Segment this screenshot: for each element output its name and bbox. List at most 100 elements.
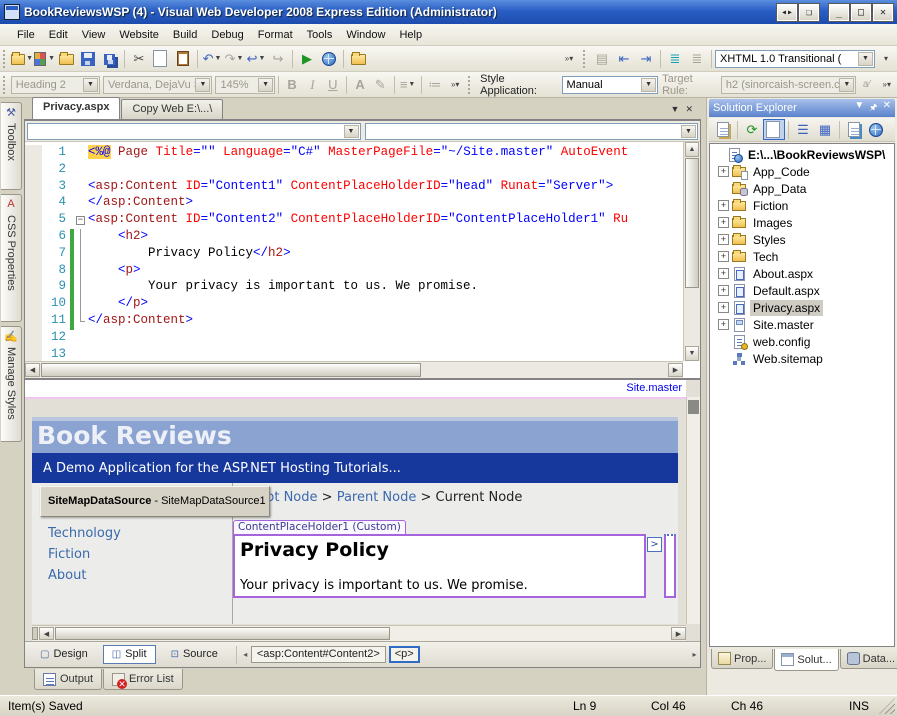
object-dropdown[interactable]: ▼: [27, 123, 361, 140]
cut-button[interactable]: ✂: [128, 48, 150, 70]
tree-item-about-aspx[interactable]: +About.aspx: [710, 265, 894, 282]
copy-button[interactable]: [150, 48, 172, 70]
document-tab-copy-web-e-[interactable]: Copy Web E:\...\: [121, 99, 223, 119]
menu-edit[interactable]: Edit: [42, 26, 75, 44]
nav-link-fiction[interactable]: Fiction: [48, 544, 232, 565]
sitemapdatasource-control[interactable]: SiteMapDataSource - SiteMapDataSource1: [40, 486, 270, 517]
side-tab-toolbox[interactable]: ⚒Toolbox: [1, 102, 22, 190]
document-list-dropdown-icon[interactable]: ▼: [671, 104, 680, 115]
tab-database[interactable]: Data...: [840, 649, 897, 669]
scroll-thumb[interactable]: [685, 158, 699, 288]
menu-format[interactable]: Format: [251, 26, 300, 44]
code-text[interactable]: 1<%@ Page Title="" Language="C#" MasterP…: [25, 142, 683, 361]
validation-schema-combo[interactable]: XHTML 1.0 Transitional ( ▼: [715, 50, 875, 68]
indicator-margin[interactable]: [25, 246, 42, 263]
source-editor[interactable]: 1<%@ Page Title="" Language="C#" MasterP…: [25, 142, 700, 378]
scroll-left-icon[interactable]: ◀: [25, 363, 40, 377]
open-file-button[interactable]: [55, 48, 77, 70]
content-placeholder-label[interactable]: ContentPlaceHolder1 (Custom): [233, 520, 406, 535]
aspnet-configuration-button[interactable]: [865, 119, 887, 140]
menu-website[interactable]: Website: [112, 26, 166, 44]
document-tab-privacy[interactable]: Privacy.aspx: [32, 97, 120, 119]
bold-button[interactable]: B: [282, 74, 302, 96]
indicator-margin[interactable]: [25, 212, 42, 229]
tree-item-web-config[interactable]: web.config: [710, 333, 894, 350]
content-placeholder-region[interactable]: Privacy Policy Your privacy is important…: [233, 534, 646, 598]
close-document-icon[interactable]: ✕: [685, 104, 693, 115]
tree-item-tech[interactable]: +Tech: [710, 248, 894, 265]
tab-error-list[interactable]: Error List: [103, 669, 183, 690]
expand-icon[interactable]: +: [718, 217, 729, 228]
scroll-right-icon[interactable]: ▶: [671, 627, 686, 640]
design-horizontal-scrollbar[interactable]: ◀ ▶: [32, 625, 686, 641]
comment-lines-button[interactable]: ≣: [664, 48, 686, 70]
font-name-combo[interactable]: Verdana, DejaVu S ▼: [103, 76, 213, 94]
indicator-margin[interactable]: [25, 313, 42, 330]
smart-tag-button[interactable]: >: [647, 537, 662, 552]
maximize-button[interactable]: □: [851, 4, 871, 21]
underline-button[interactable]: U: [323, 74, 343, 96]
tag-navigator-chip[interactable]: <asp:Content#Content2>: [251, 646, 386, 663]
indicator-margin[interactable]: [25, 145, 42, 162]
menu-help[interactable]: Help: [392, 26, 429, 44]
tree-item-privacy-aspx[interactable]: +Privacy.aspx: [710, 299, 894, 316]
nav-link-about[interactable]: About: [48, 565, 232, 586]
block-format-combo[interactable]: Heading 2 ▼: [11, 76, 100, 94]
resize-grip[interactable]: [879, 698, 895, 714]
font-color-button[interactable]: A: [350, 74, 370, 96]
scroll-left-icon[interactable]: ◀: [39, 627, 54, 640]
expand-icon[interactable]: +: [718, 285, 729, 296]
scroll-right-icon[interactable]: ▶: [668, 363, 683, 377]
italic-button[interactable]: I: [302, 74, 322, 96]
auto-hide-pin-button[interactable]: 🖈: [869, 100, 877, 116]
nest-related-files-button[interactable]: ☰: [792, 119, 814, 140]
copy-website-button[interactable]: [763, 119, 785, 140]
toolbar-overflow-button-4[interactable]: »▾: [877, 74, 897, 96]
code-horizontal-scrollbar[interactable]: ◀ ▶: [25, 361, 683, 378]
paste-button[interactable]: [172, 48, 194, 70]
menu-view[interactable]: View: [75, 26, 113, 44]
outlining-margin[interactable]: −: [74, 212, 88, 229]
tree-item-app-data[interactable]: App_Data: [710, 180, 894, 197]
new-website-button[interactable]: ▼: [11, 48, 33, 70]
start-debugging-button[interactable]: ▶: [296, 48, 318, 70]
indicator-margin[interactable]: [25, 330, 42, 347]
indicator-margin[interactable]: [25, 263, 42, 280]
tree-item-app-code[interactable]: +App_Code: [710, 163, 894, 180]
tree-item-web-sitemap[interactable]: Web.sitemap: [710, 350, 894, 367]
nav-link-technology[interactable]: Technology: [48, 523, 232, 544]
menu-window[interactable]: Window: [339, 26, 392, 44]
tree-item-default-aspx[interactable]: +Default.aspx: [710, 282, 894, 299]
tree-item-e-bookreviewswsp[interactable]: E:\...\BookReviewsWSP\: [710, 146, 894, 163]
scroll-thumb[interactable]: [688, 400, 699, 414]
bullet-list-button[interactable]: ≔: [425, 74, 445, 96]
expand-icon[interactable]: +: [718, 166, 729, 177]
navigate-forward-button[interactable]: ↪: [267, 48, 289, 70]
indicator-margin[interactable]: [25, 347, 42, 361]
window-position-button[interactable]: ▼: [854, 100, 864, 116]
scroll-up-icon[interactable]: ▲: [685, 142, 699, 157]
new-style-button[interactable]: a∕: [856, 74, 876, 96]
toolbar-overflow-button-2[interactable]: ▾: [875, 48, 897, 70]
toolbar-grip[interactable]: [3, 76, 8, 94]
save-all-button[interactable]: [99, 48, 121, 70]
close-button[interactable]: ✕: [873, 4, 893, 21]
target-rule-combo[interactable]: h2 (sinorcaish-screen.cs ▼: [721, 76, 856, 94]
privacy-policy-paragraph[interactable]: Your privacy is important to us. We prom…: [240, 578, 528, 593]
format-document-button[interactable]: ▤: [591, 48, 613, 70]
design-view[interactable]: Site.master Book Reviews A Demo Applicat…: [25, 378, 700, 641]
decrease-indent-button[interactable]: ⇤: [613, 48, 635, 70]
breadcrumb-parent-node[interactable]: Parent Node: [337, 490, 417, 505]
tab-solution[interactable]: Solut...: [774, 649, 838, 671]
toolbar-overflow-button-3[interactable]: »▾: [445, 74, 465, 96]
tree-item-site-master[interactable]: +Site.master: [710, 316, 894, 333]
toolbar-overflow-button[interactable]: »▾: [558, 48, 580, 70]
solution-explorer-titlebar[interactable]: Solution Explorer ▼ 🖈 ✕: [709, 99, 895, 117]
highlight-button[interactable]: ✎: [370, 74, 390, 96]
side-tab-manage-styles[interactable]: ✍Manage Styles: [1, 326, 22, 442]
indicator-margin[interactable]: [25, 229, 42, 246]
expand-icon[interactable]: +: [718, 319, 729, 330]
style-application-combo[interactable]: Manual ▼: [562, 76, 659, 94]
indicator-margin[interactable]: [25, 195, 42, 212]
navigate-backward-button[interactable]: ↩▼: [245, 48, 267, 70]
